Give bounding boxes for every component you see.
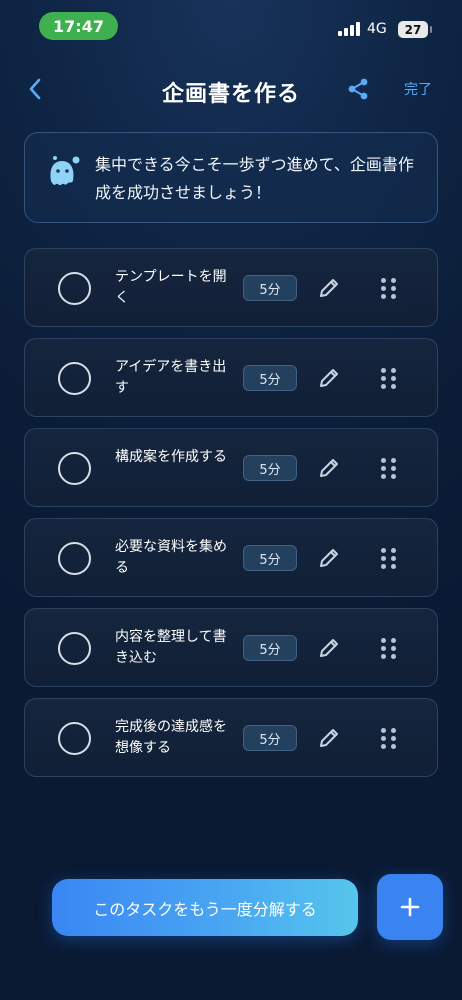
add-task-button[interactable] <box>377 874 443 940</box>
pencil-icon <box>320 459 338 477</box>
edit-button[interactable] <box>315 634 343 662</box>
task-duration-badge[interactable]: 5分 <box>243 275 297 301</box>
task-checkbox[interactable] <box>58 722 91 755</box>
status-time: 17:47 <box>39 12 118 40</box>
task-duration-badge[interactable]: 5分 <box>243 455 297 481</box>
signal-icon <box>338 22 360 36</box>
drag-handle-icon[interactable] <box>379 727 399 751</box>
task-duration-badge[interactable]: 5分 <box>243 365 297 391</box>
motivation-message: 集中できる今こそ一歩ずつ進めて、企画書作成を成功させましょう！ <box>95 155 414 202</box>
task-item[interactable]: 構成案を作成する 5分 <box>24 428 438 507</box>
edit-button[interactable] <box>315 454 343 482</box>
motivation-card: 集中できる今こそ一歩ずつ進めて、企画書作成を成功させましょう！ <box>24 132 438 223</box>
pencil-icon <box>320 369 338 387</box>
task-duration-badge[interactable]: 5分 <box>243 635 297 661</box>
header: 企画書を作る 完了 <box>0 60 462 120</box>
task-title: アイデアを書き出す <box>115 359 227 396</box>
task-item[interactable]: 必要な資料を集める 5分 <box>24 518 438 597</box>
decompose-again-button[interactable]: このタスクをもう一度分解する <box>52 879 358 936</box>
task-checkbox[interactable] <box>58 362 91 395</box>
task-title: 完成後の達成感を想像する <box>115 719 227 756</box>
edit-button[interactable] <box>315 364 343 392</box>
mascot-icon <box>50 156 80 186</box>
network-type: 4G <box>367 21 387 37</box>
task-title: 内容を整理して書き込む <box>115 629 227 666</box>
battery-icon: 27 <box>398 21 432 38</box>
pencil-icon <box>320 639 338 657</box>
edit-button[interactable] <box>315 724 343 752</box>
task-checkbox[interactable] <box>58 542 91 575</box>
task-item[interactable]: アイデアを書き出す 5分 <box>24 338 438 417</box>
page-title: 企画書を作る <box>161 82 300 107</box>
task-checkbox[interactable] <box>58 452 91 485</box>
edit-button[interactable] <box>315 274 343 302</box>
pencil-icon <box>320 279 338 297</box>
done-button[interactable]: 完了 <box>404 79 432 99</box>
task-item[interactable]: テンプレートを開く 5分 <box>24 248 438 327</box>
task-checkbox[interactable] <box>58 632 91 665</box>
drag-handle-icon[interactable] <box>379 457 399 481</box>
task-title: テンプレートを開く <box>115 269 227 306</box>
task-checkbox[interactable] <box>58 272 91 305</box>
share-button[interactable] <box>343 74 373 104</box>
task-item[interactable]: 内容を整理して書き込む 5分 <box>24 608 438 687</box>
drag-handle-icon[interactable] <box>379 277 399 301</box>
edit-button[interactable] <box>315 544 343 572</box>
task-duration-badge[interactable]: 5分 <box>243 725 297 751</box>
task-item[interactable]: 完成後の達成感を想像する 5分 <box>24 698 438 777</box>
drag-handle-icon[interactable] <box>379 637 399 661</box>
share-icon <box>348 78 368 100</box>
battery-level: 27 <box>404 22 422 37</box>
plus-icon <box>400 897 420 917</box>
pencil-icon <box>320 549 338 567</box>
status-bar: 17:47 4G 27 <box>0 0 462 52</box>
task-title: 構成案を作成する <box>115 449 227 465</box>
task-duration-badge[interactable]: 5分 <box>243 545 297 571</box>
drag-handle-icon[interactable] <box>379 367 399 391</box>
task-title: 必要な資料を集める <box>115 539 227 576</box>
pencil-icon <box>320 729 338 747</box>
drag-handle-icon[interactable] <box>379 547 399 571</box>
